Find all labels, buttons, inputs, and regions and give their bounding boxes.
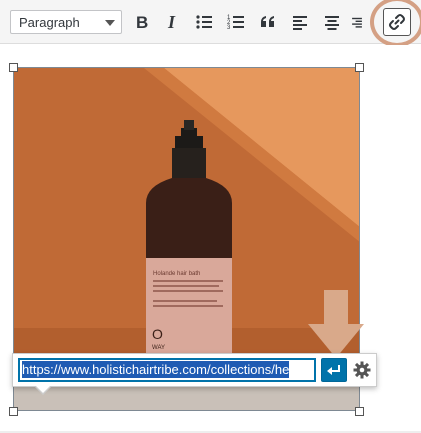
align-right-button[interactable] [350, 8, 364, 36]
chevron-down-icon [105, 20, 115, 26]
enter-arrow-icon [327, 365, 340, 375]
numbered-list-button[interactable]: 1 2 3 [222, 8, 250, 36]
italic-button[interactable]: I [158, 8, 186, 36]
bulleted-list-icon [196, 15, 212, 29]
svg-text:3: 3 [227, 25, 231, 31]
url-input[interactable]: https://www.holistichairtribe.com/collec… [18, 358, 316, 382]
resize-handle-bottom-right[interactable] [355, 407, 364, 416]
bulleted-list-button[interactable] [190, 8, 218, 36]
bottle-label-text: Holande hair bath [153, 271, 200, 277]
link-popup: https://www.holistichairtribe.com/collec… [12, 353, 377, 395]
format-select-value: Paragraph [19, 15, 80, 30]
bottle-brand-text: WAY [152, 345, 165, 351]
editor-toolbar: Paragraph B I 1 2 3 [0, 0, 421, 47]
format-select[interactable]: Paragraph [10, 10, 122, 34]
gear-icon [353, 361, 371, 379]
svg-text:B: B [136, 13, 148, 32]
align-right-icon [352, 17, 362, 28]
align-left-icon [293, 16, 307, 30]
link-settings-button[interactable] [351, 359, 373, 381]
bottle-logo-text: O [152, 326, 163, 342]
apply-link-button[interactable] [321, 358, 347, 382]
resize-handle-top-right[interactable] [355, 63, 364, 72]
italic-icon: I [167, 12, 176, 32]
align-center-button[interactable] [318, 8, 346, 36]
blockquote-button[interactable] [254, 8, 282, 36]
svg-text:I: I [167, 12, 176, 32]
highlight-circle [370, 0, 421, 47]
numbered-list-icon: 1 2 3 [227, 15, 244, 31]
resize-handle-bottom-left[interactable] [9, 407, 18, 416]
url-input-value: https://www.holistichairtribe.com/collec… [22, 361, 290, 378]
down-arrow-annotation-icon [308, 290, 364, 358]
bold-icon: B [136, 13, 148, 32]
align-center-icon [325, 16, 339, 30]
resize-handle-top-left[interactable] [9, 63, 18, 72]
align-left-button[interactable] [286, 8, 314, 36]
blockquote-icon [261, 16, 274, 27]
bold-button[interactable]: B [128, 8, 156, 36]
